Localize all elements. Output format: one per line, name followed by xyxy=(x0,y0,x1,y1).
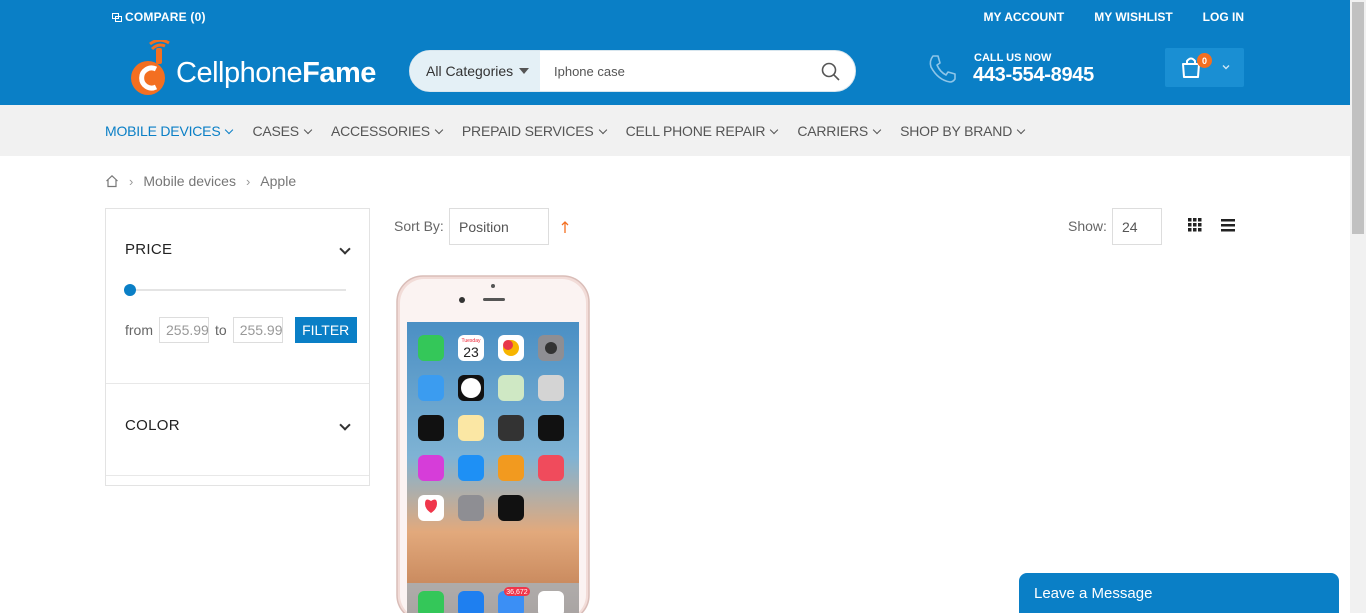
product-toolbar: Sort By: Position Show: 24 xyxy=(394,208,1244,245)
chevron-down-icon xyxy=(1016,125,1026,134)
phone-number[interactable]: 443-554-8945 xyxy=(973,64,1094,87)
list-view-icon[interactable] xyxy=(1221,218,1235,232)
chevron-down-icon xyxy=(434,125,444,134)
nav-item-shop-by-brand[interactable]: SHOP BY BRAND xyxy=(900,123,1026,139)
breadcrumb-mobile-devices[interactable]: Mobile devices xyxy=(143,173,236,189)
nav-item-label: CASES xyxy=(252,123,299,139)
nav-item-carriers[interactable]: CARRIERS xyxy=(797,123,882,139)
price-filter-title[interactable]: PRICE xyxy=(125,241,172,258)
filter-divider xyxy=(106,383,369,384)
grid-view-icon[interactable] xyxy=(1188,218,1202,232)
nav-item-label: CARRIERS xyxy=(797,123,869,139)
nav-item-label: MOBILE DEVICES xyxy=(105,123,221,139)
page-scrollbar[interactable] xyxy=(1350,0,1366,613)
calendar-date-text: 23 xyxy=(463,344,479,360)
log-in-link[interactable]: LOG IN xyxy=(1203,10,1244,24)
price-to-label: to xyxy=(215,322,227,338)
compare-link[interactable]: COMPARE (0) xyxy=(112,10,206,24)
top-bar: COMPARE (0) MY ACCOUNT MY WISHLIST LOG I… xyxy=(0,0,1350,35)
account-links: MY ACCOUNT MY WISHLIST LOG IN xyxy=(984,10,1244,24)
sort-by-label: Sort By: xyxy=(394,218,444,234)
nav-item-accessories[interactable]: ACCESSORIES xyxy=(330,123,444,139)
category-select-label: All Categories xyxy=(426,63,514,79)
nav-item-cell-phone-repair[interactable]: CELL PHONE REPAIR xyxy=(625,123,779,139)
nav-item-mobile-devices[interactable]: MOBILE DEVICES xyxy=(105,123,234,139)
mini-cart[interactable]: 0 xyxy=(1165,48,1244,87)
compare-label: COMPARE (0) xyxy=(125,10,206,24)
scrollbar-thumb[interactable] xyxy=(1352,2,1364,234)
chevron-down-icon xyxy=(598,125,607,134)
product-image[interactable]: Tuesday 23 36,672 xyxy=(396,275,590,613)
caret-down-icon xyxy=(519,68,530,74)
limiter-select[interactable]: 24 xyxy=(1112,208,1162,245)
logo-mark-icon xyxy=(131,40,170,95)
nav-item-label: CELL PHONE REPAIR xyxy=(625,123,766,139)
category-select[interactable]: All Categories xyxy=(410,51,540,91)
logo-text-bold: Fame xyxy=(302,57,376,89)
price-slider[interactable] xyxy=(124,284,346,296)
chevron-down-icon xyxy=(1222,65,1230,70)
filter-button[interactable]: FILTER xyxy=(294,317,357,343)
search-input[interactable] xyxy=(554,60,804,82)
my-wishlist-link[interactable]: MY WISHLIST xyxy=(1094,10,1172,24)
chevron-down-icon xyxy=(225,125,234,134)
show-label: Show: xyxy=(1068,218,1107,234)
filter-sidebar: PRICE from to FILTER COLOR xyxy=(105,208,370,486)
cart-count-badge: 0 xyxy=(1197,53,1212,68)
price-to-input[interactable] xyxy=(232,317,283,343)
sort-by-select[interactable]: Position xyxy=(449,208,549,245)
nav-item-label: SHOP BY BRAND xyxy=(900,123,1013,139)
color-filter-title[interactable]: COLOR xyxy=(125,417,180,434)
chevron-down-icon xyxy=(770,125,779,134)
filter-divider xyxy=(106,475,369,476)
site-header: CellphoneFame All Categories CALL US NOW… xyxy=(0,35,1350,105)
sort-direction-arrow-icon[interactable] xyxy=(560,220,570,234)
product-item[interactable]: Tuesday 23 36,672 xyxy=(396,275,590,613)
mail-badge-text: 36,672 xyxy=(506,589,528,596)
leave-message-widget[interactable]: Leave a Message xyxy=(1019,573,1339,613)
price-from-input[interactable] xyxy=(159,317,209,343)
site-logo[interactable]: CellphoneFame xyxy=(130,40,376,98)
price-from-label: from xyxy=(125,322,153,338)
chevron-down-icon[interactable] xyxy=(339,419,351,431)
breadcrumb-separator: › xyxy=(129,173,134,189)
nav-item-label: PREPAID SERVICES xyxy=(461,123,594,139)
home-icon[interactable] xyxy=(105,174,119,188)
call-us-label: CALL US NOW xyxy=(974,52,1052,64)
nav-item-cases[interactable]: CASES xyxy=(252,123,313,139)
breadcrumb-apple: Apple xyxy=(260,173,297,189)
breadcrumb: › Mobile devices › Apple xyxy=(105,173,296,189)
compare-icon xyxy=(112,12,122,22)
my-account-link[interactable]: MY ACCOUNT xyxy=(984,10,1065,24)
logo-text: CellphoneFame xyxy=(176,57,376,90)
price-range-row: from to FILTER xyxy=(125,317,357,343)
chevron-down-icon xyxy=(303,125,313,134)
nav-item-prepaid-services[interactable]: PREPAID SERVICES xyxy=(461,123,607,139)
chevron-down-icon xyxy=(872,125,882,134)
chevron-down-icon[interactable] xyxy=(339,243,351,255)
main-nav: MOBILE DEVICES CASES ACCESSORIES PREPAID… xyxy=(0,105,1350,156)
nav-item-label: ACCESSORIES xyxy=(330,123,430,139)
logo-text-light: Cellphone xyxy=(176,57,303,89)
search-bar: All Categories xyxy=(409,50,856,92)
price-slider-handle[interactable] xyxy=(124,284,136,296)
phone-icon xyxy=(929,55,956,83)
search-icon[interactable] xyxy=(820,61,842,83)
breadcrumb-separator: › xyxy=(245,173,251,189)
